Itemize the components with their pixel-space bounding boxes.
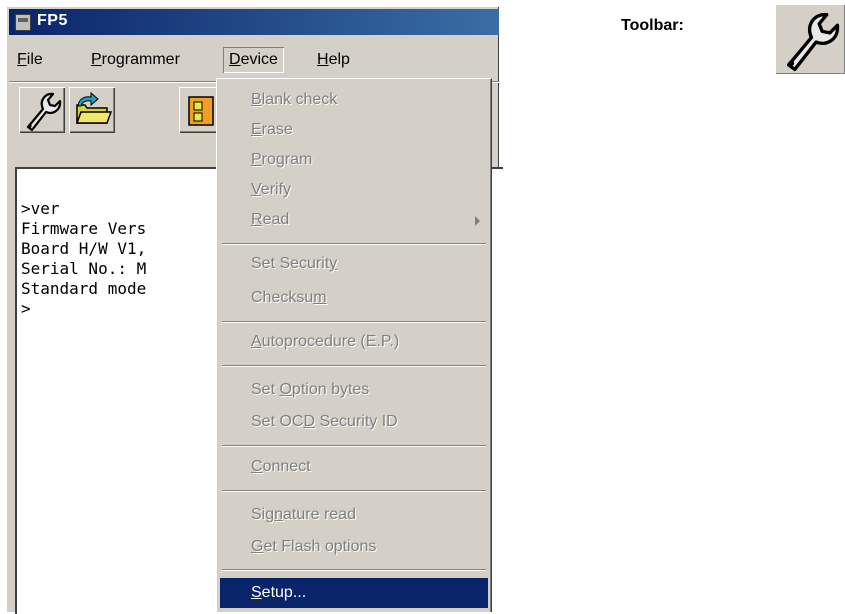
menu-bar: File Programmer Device Help <box>9 45 499 75</box>
menu-item-connect[interactable]: Connect <box>220 454 488 480</box>
menu-programmer[interactable]: Programmer <box>85 47 186 73</box>
menu-help[interactable]: Help <box>311 47 356 73</box>
menu-device[interactable]: Device <box>223 47 284 73</box>
menu-item-set-security[interactable]: Set Security <box>220 251 488 277</box>
menu-item-get-flash-options[interactable]: Get Flash options <box>220 534 488 560</box>
menu-separator <box>222 243 486 245</box>
submenu-arrow-icon <box>475 216 480 226</box>
device-button[interactable] <box>179 87 219 133</box>
setup-button[interactable] <box>19 87 65 133</box>
menu-item-checksum[interactable]: Checksum <box>220 285 488 311</box>
window-title: FP5 <box>37 12 68 29</box>
menu-item-program[interactable]: Program <box>220 147 488 173</box>
setup-wrench-icon <box>26 92 62 132</box>
menu-item-signature-read[interactable]: Signature read <box>220 502 488 528</box>
menu-item-autoprocedure[interactable]: Autoprocedure (E.P.) <box>220 329 488 355</box>
toolbar-label: Toolbar: <box>621 17 684 34</box>
device-menu-dropdown: Blank check Erase Program Verify Read Se… <box>216 78 492 612</box>
setup-wrench-icon <box>787 12 840 72</box>
menu-separator <box>222 569 486 571</box>
device-chip-icon <box>188 96 214 126</box>
app-icon[interactable] <box>15 14 31 31</box>
menu-separator <box>222 365 486 367</box>
open-folder-icon <box>75 91 113 124</box>
title-bar[interactable]: FP5 <box>9 9 499 35</box>
menu-item-erase[interactable]: Erase <box>220 117 488 143</box>
menu-item-blank-check[interactable]: Blank check <box>220 87 488 113</box>
menu-item-verify[interactable]: Verify <box>220 177 488 203</box>
toolbar-setup-icon-sample <box>775 4 845 74</box>
open-button[interactable] <box>69 87 115 133</box>
menu-item-read[interactable]: Read <box>220 207 488 233</box>
menu-item-set-ocd-security-id[interactable]: Set OCD Security ID <box>220 409 488 435</box>
menu-separator <box>222 321 486 323</box>
menu-item-set-option-bytes[interactable]: Set Option bytes <box>220 377 488 403</box>
menu-item-setup[interactable]: Setup... <box>220 578 488 608</box>
menu-file[interactable]: File <box>11 47 49 73</box>
menu-separator <box>222 490 486 492</box>
menu-separator <box>222 445 486 447</box>
